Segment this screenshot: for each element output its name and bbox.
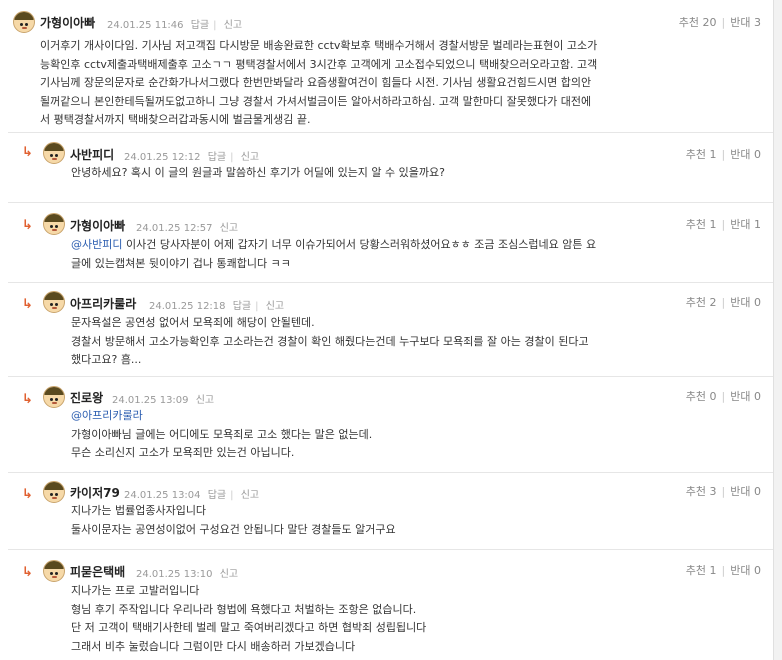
avatar[interactable] [43,213,65,235]
upvote-count: 20 [702,16,717,29]
reply-comment: ↳ 카이저79 24.01.25 13:04 답글 | 신고 추천 3 | 반대 0 … [0,473,773,550]
comment-body: 지나가는 프로 고발러입니다 형님 후기 주작입니다 우리나라 형법에 욕했다고… [71,584,427,653]
upvote-button[interactable]: 추천 1 [686,564,717,577]
downvote-button[interactable]: 반대 0 [730,296,761,309]
downvote-count: 0 [754,390,761,403]
report-link[interactable]: 신고 [266,301,284,312]
reply-arrow-icon: ↳ [22,565,33,580]
vote-box: 추천 0 | 반대 0 [685,390,761,403]
avatar[interactable] [43,560,65,582]
avatar[interactable] [43,291,65,313]
mention-link[interactable]: @사반피디 [71,238,122,251]
comment-date: 24.01.25 13:09 [112,395,189,406]
upvote-button[interactable]: 추천 20 [679,16,717,29]
report-link[interactable]: 신고 [196,395,214,406]
upvote-button[interactable]: 추천 3 [686,485,717,498]
upvote-count: 2 [709,296,717,309]
reply-comment: ↳ 아프리카룰라 24.01.25 12:18 답글 | 신고 추천 2 | 반대 0… [0,283,773,377]
comment-author[interactable]: 사반피디 [70,146,114,163]
reply-arrow-icon: ↳ [22,392,33,407]
comment-meta: 24.01.25 11:46 답글 | 신고 [107,20,243,31]
reply-link[interactable]: 답글 [191,20,209,31]
avatar[interactable] [13,11,35,33]
comment: 가형이아빠 24.01.25 11:46 답글 | 신고 추천 20 | 반대 3 이… [0,0,773,133]
report-link[interactable]: 신고 [220,569,238,580]
downvote-count: 0 [754,296,761,309]
report-link[interactable]: 신고 [220,223,238,234]
vote-box: 추천 1 | 반대 0 [685,564,761,577]
comment-date: 24.01.25 12:12 [124,152,201,163]
comment-meta: 24.01.25 12:12 답글 | 신고 [124,152,260,163]
upvote-count: 0 [709,390,717,403]
comment-meta: 24.01.25 13:04 답글 | 신고 [124,490,260,501]
comment-author[interactable]: 진로왕 [70,389,103,406]
downvote-button[interactable]: 반대 0 [730,390,761,403]
reply-arrow-icon: ↳ [22,145,33,160]
downvote-count: 0 [754,485,761,498]
comment-date: 24.01.25 12:57 [136,223,213,234]
comment-body: @사반피디 이사건 당사자분이 어제 갑자기 너무 이슈가되어서 당황스러워하셨… [71,238,597,270]
reply-comment: ↳ 사반피디 24.01.25 12:12 답글 | 신고 추천 1 | 반대 0 안… [0,133,773,203]
report-link[interactable]: 신고 [241,152,259,163]
comment-author[interactable]: 가형이아빠 [70,217,125,234]
downvote-count: 0 [754,148,761,161]
downvote-count: 0 [754,564,761,577]
comment-meta: 24.01.25 12:18 답글 | 신고 [149,301,285,312]
upvote-button[interactable]: 추천 0 [686,390,717,403]
comment-date: 24.01.25 11:46 [107,20,184,31]
downvote-count: 3 [754,16,761,29]
reply-arrow-icon: ↳ [22,487,33,502]
upvote-count: 1 [709,564,717,577]
downvote-button[interactable]: 반대 0 [730,564,761,577]
reply-comment: ↳ 진로왕 24.01.25 13:09 신고 추천 0 | 반대 0 @아프리카룰… [0,377,773,473]
comment-body: 문자욕설은 공연성 없어서 모욕죄에 해당이 안될텐데. 경찰서 방문해서 고소… [71,316,589,366]
reply-link[interactable]: 답글 [208,490,226,501]
comment-date: 24.01.25 13:10 [136,569,213,580]
comment-meta: 24.01.25 12:57 신고 [136,219,242,234]
upvote-count: 1 [709,148,717,161]
reply-arrow-icon: ↳ [22,218,33,233]
downvote-button[interactable]: 반대 0 [730,485,761,498]
comment-author[interactable]: 피묻은택배 [70,563,125,580]
vote-box: 추천 1 | 반대 1 [685,218,761,231]
comment-meta: 24.01.25 13:09 신고 [112,391,218,406]
reply-link[interactable]: 답글 [233,301,251,312]
comment-body: 안녕하세요? 혹시 이 글의 원글과 말씀하신 후기가 어딜에 있는지 알 수 … [71,166,445,179]
scrollbar[interactable] [773,0,782,660]
avatar[interactable] [43,481,65,503]
downvote-count: 1 [754,218,761,231]
comment-author[interactable]: 가형이아빠 [40,14,95,31]
comment-author[interactable]: 카이저79 [70,484,120,501]
downvote-button[interactable]: 반대 1 [730,218,761,231]
avatar[interactable] [43,386,65,408]
comment-body: 이거후기 개사이다임. 기사님 저고객집 다시방문 배송완료한 cctv확보후 … [40,39,598,126]
comment-date: 24.01.25 12:18 [149,301,226,312]
upvote-count: 1 [709,218,717,231]
report-link[interactable]: 신고 [241,490,259,501]
reply-comment: ↳ 가형이아빠 24.01.25 12:57 신고 추천 1 | 반대 1 @사반피… [0,203,773,283]
vote-box: 추천 20 | 반대 3 [678,16,761,29]
upvote-button[interactable]: 추천 1 [686,148,717,161]
comment-body: 지나가는 법률업종사자입니다 둘사이문자는 공연성이없어 구성요건 안됩니다 말… [71,504,396,536]
vote-box: 추천 3 | 반대 0 [685,485,761,498]
reply-comment: ↳ 피묻은택배 24.01.25 13:10 신고 추천 1 | 반대 0 지나가는… [0,550,773,660]
upvote-count: 3 [709,485,717,498]
avatar[interactable] [43,142,65,164]
downvote-button[interactable]: 반대 0 [730,148,761,161]
reply-link[interactable]: 답글 [208,152,226,163]
upvote-button[interactable]: 추천 2 [686,296,717,309]
comment-author[interactable]: 아프리카룰라 [70,295,136,312]
mention-link[interactable]: @아프리카룰라 [71,407,372,426]
downvote-button[interactable]: 반대 3 [730,16,761,29]
upvote-button[interactable]: 추천 1 [686,218,717,231]
vote-box: 추천 1 | 반대 0 [685,148,761,161]
report-link[interactable]: 신고 [224,20,242,31]
reply-arrow-icon: ↳ [22,297,33,312]
comment-meta: 24.01.25 13:10 신고 [136,565,242,580]
comment-body: @아프리카룰라 가형이아빠님 글에는 어디에도 모욕죄로 고소 했다는 말은 없… [71,407,373,459]
vote-box: 추천 2 | 반대 0 [685,296,761,309]
comment-date: 24.01.25 13:04 [124,490,201,501]
